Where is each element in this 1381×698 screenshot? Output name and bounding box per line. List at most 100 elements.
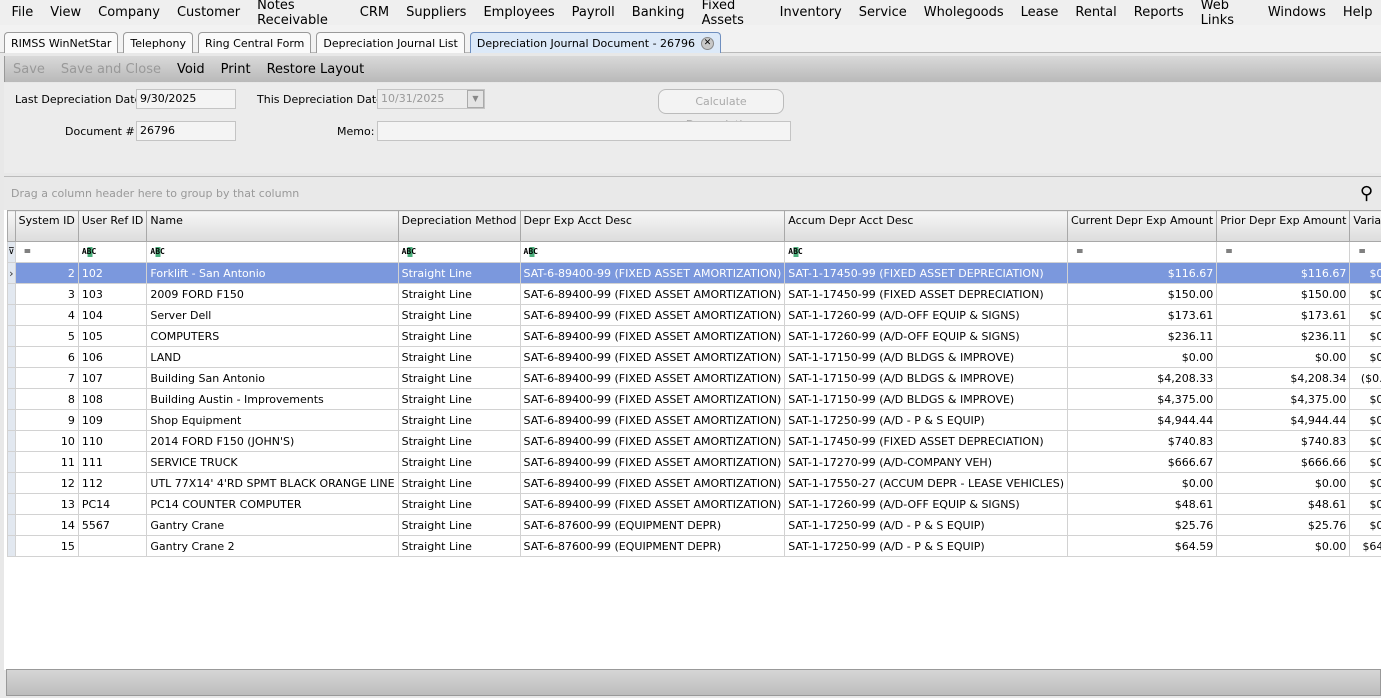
cell-depr-exp-acct-desc[interactable]: SAT-6-89400-99 (FIXED ASSET AMORTIZATION… — [519, 283, 786, 305]
column-header-depreciation-method[interactable]: Depreciation Method — [397, 210, 521, 242]
tab-telephony[interactable]: Telephony — [123, 32, 193, 53]
cell-name[interactable]: SERVICE TRUCK — [146, 451, 399, 473]
cell-prior-depr-exp-amount[interactable]: $48.61 — [1216, 493, 1351, 515]
menu-web-links[interactable]: Web Links — [1192, 0, 1259, 28]
group-by-panel[interactable]: Drag a column header here to group by th… — [4, 177, 1381, 210]
row-indicator[interactable] — [7, 493, 16, 515]
cell-user-ref-id[interactable]: 111 — [77, 451, 148, 473]
cell-current-depr-exp-amount[interactable]: $4,944.44 — [1066, 409, 1218, 431]
filter-cell[interactable]: = — [14, 241, 79, 263]
table-row[interactable]: 5 105 COMPUTERS Straight Line SAT-6-89400-99… — [7, 325, 1381, 347]
cell-depr-exp-acct-desc[interactable]: SAT-6-89400-99 (FIXED ASSET AMORTIZATION… — [519, 325, 786, 347]
save-and-close-button[interactable]: Save and Close — [53, 62, 169, 77]
cell-accum-depr-acct-desc[interactable]: SAT-1-17260-99 (A/D-OFF EQUIP & SIGNS) — [784, 304, 1068, 326]
cell-variance[interactable]: ($0.01) — [1349, 367, 1381, 389]
cell-current-depr-exp-amount[interactable]: $64.59 — [1066, 535, 1218, 557]
column-header-current-depr-exp-amount[interactable]: Current Depr Exp Amount — [1066, 210, 1218, 242]
cell-depr-exp-acct-desc[interactable]: SAT-6-87600-99 (EQUIPMENT DEPR) — [519, 514, 786, 536]
cell-variance[interactable]: $0.00 — [1349, 430, 1381, 452]
cell-current-depr-exp-amount[interactable]: $4,375.00 — [1066, 388, 1218, 410]
column-header-system-id[interactable]: System ID — [14, 210, 79, 242]
cell-name[interactable]: COMPUTERS — [146, 325, 399, 347]
column-header-depr-exp-acct-desc[interactable]: Depr Exp Acct Desc — [519, 210, 786, 242]
menu-notes-receivable[interactable]: Notes Receivable — [249, 0, 352, 28]
cell-name[interactable]: 2009 FORD F150 — [146, 283, 399, 305]
cell-prior-depr-exp-amount[interactable]: $666.66 — [1216, 451, 1351, 473]
cell-system-id[interactable]: 7 — [14, 367, 79, 389]
filter-cell[interactable]: ABC — [397, 241, 521, 263]
cell-system-id[interactable]: 5 — [14, 325, 79, 347]
row-indicator[interactable] — [7, 346, 16, 368]
cell-depr-exp-acct-desc[interactable]: SAT-6-89400-99 (FIXED ASSET AMORTIZATION… — [519, 451, 786, 473]
row-indicator[interactable] — [7, 367, 16, 389]
menu-payroll[interactable]: Payroll — [563, 5, 623, 20]
filter-cell[interactable]: ABC — [784, 241, 1068, 263]
cell-depreciation-method[interactable]: Straight Line — [397, 304, 521, 326]
menu-reports[interactable]: Reports — [1125, 5, 1192, 20]
cell-depr-exp-acct-desc[interactable]: SAT-6-87600-99 (EQUIPMENT DEPR) — [519, 535, 786, 557]
menu-lease[interactable]: Lease — [1012, 5, 1067, 20]
menu-fixed-assets[interactable]: Fixed Assets — [693, 0, 771, 28]
cell-system-id[interactable]: 11 — [14, 451, 79, 473]
row-indicator[interactable] — [7, 472, 16, 494]
cell-prior-depr-exp-amount[interactable]: $25.76 — [1216, 514, 1351, 536]
cell-depreciation-method[interactable]: Straight Line — [397, 493, 521, 515]
cell-user-ref-id[interactable]: 110 — [77, 430, 148, 452]
filter-cell[interactable]: = — [1066, 241, 1218, 263]
cell-name[interactable]: PC14 COUNTER COMPUTER — [146, 493, 399, 515]
cell-current-depr-exp-amount[interactable]: $236.11 — [1066, 325, 1218, 347]
cell-current-depr-exp-amount[interactable]: $48.61 — [1066, 493, 1218, 515]
cell-variance[interactable]: $0.01 — [1349, 451, 1381, 473]
cell-prior-depr-exp-amount[interactable]: $173.61 — [1216, 304, 1351, 326]
cell-current-depr-exp-amount[interactable]: $0.00 — [1066, 472, 1218, 494]
cell-accum-depr-acct-desc[interactable]: SAT-1-17450-99 (FIXED ASSET DEPRECIATION… — [784, 430, 1068, 452]
menu-banking[interactable]: Banking — [623, 5, 693, 20]
cell-current-depr-exp-amount[interactable]: $666.67 — [1066, 451, 1218, 473]
table-row[interactable]: 14 5567 Gantry Crane Straight Line SAT-6-876… — [7, 514, 1381, 536]
cell-prior-depr-exp-amount[interactable]: $4,375.00 — [1216, 388, 1351, 410]
cell-accum-depr-acct-desc[interactable]: SAT-1-17250-99 (A/D - P & S EQUIP) — [784, 535, 1068, 557]
cell-name[interactable]: LAND — [146, 346, 399, 368]
table-row[interactable]: 3 103 2009 FORD F150 Straight Line SAT-6-894… — [7, 283, 1381, 305]
cell-depr-exp-acct-desc[interactable]: SAT-6-89400-99 (FIXED ASSET AMORTIZATION… — [519, 472, 786, 494]
cell-user-ref-id[interactable]: PC14 — [77, 493, 148, 515]
cell-variance[interactable]: $0.00 — [1349, 346, 1381, 368]
cell-user-ref-id[interactable]: 104 — [77, 304, 148, 326]
cell-name[interactable]: Gantry Crane — [146, 514, 399, 536]
cell-depreciation-method[interactable]: Straight Line — [397, 346, 521, 368]
save-button[interactable]: Save — [5, 62, 53, 77]
row-indicator[interactable] — [7, 430, 16, 452]
cell-prior-depr-exp-amount[interactable]: $236.11 — [1216, 325, 1351, 347]
cell-depr-exp-acct-desc[interactable]: SAT-6-89400-99 (FIXED ASSET AMORTIZATION… — [519, 367, 786, 389]
cell-depreciation-method[interactable]: Straight Line — [397, 325, 521, 347]
cell-variance[interactable]: $0.00 — [1349, 262, 1381, 284]
table-row[interactable]: 6 106 LAND Straight Line SAT-6-89400-99 (FIX… — [7, 346, 1381, 368]
cell-system-id[interactable]: 3 — [14, 283, 79, 305]
cell-system-id[interactable]: 14 — [14, 514, 79, 536]
filter-cell[interactable]: ABC — [77, 241, 148, 263]
search-icon[interactable]: ⚲ — [1360, 183, 1373, 204]
row-indicator[interactable]: › — [7, 262, 16, 284]
cell-prior-depr-exp-amount[interactable]: $0.00 — [1216, 346, 1351, 368]
cell-depreciation-method[interactable]: Straight Line — [397, 472, 521, 494]
cell-depreciation-method[interactable]: Straight Line — [397, 451, 521, 473]
cell-depr-exp-acct-desc[interactable]: SAT-6-89400-99 (FIXED ASSET AMORTIZATION… — [519, 409, 786, 431]
menu-crm[interactable]: CRM — [351, 5, 397, 20]
cell-depreciation-method[interactable]: Straight Line — [397, 514, 521, 536]
cell-system-id[interactable]: 13 — [14, 493, 79, 515]
chevron-down-icon[interactable]: ▼ — [467, 90, 484, 108]
cell-name[interactable]: Server Dell — [146, 304, 399, 326]
cell-accum-depr-acct-desc[interactable]: SAT-1-17150-99 (A/D BLDGS & IMPROVE) — [784, 346, 1068, 368]
cell-name[interactable]: Shop Equipment — [146, 409, 399, 431]
cell-user-ref-id[interactable]: 105 — [77, 325, 148, 347]
cell-name[interactable]: Building San Antonio — [146, 367, 399, 389]
table-row[interactable]: 10 110 2014 FORD F150 (JOHN'S) Straight Lin… — [7, 430, 1381, 452]
menu-view[interactable]: View — [42, 5, 90, 20]
cell-system-id[interactable]: 2 — [14, 262, 79, 284]
cell-name[interactable]: 2014 FORD F150 (JOHN'S) — [146, 430, 399, 452]
cell-variance[interactable]: $0.00 — [1349, 388, 1381, 410]
cell-accum-depr-acct-desc[interactable]: SAT-1-17260-99 (A/D-OFF EQUIP & SIGNS) — [784, 325, 1068, 347]
cell-user-ref-id[interactable]: 5567 — [77, 514, 148, 536]
menu-file[interactable]: File — [3, 5, 42, 20]
cell-user-ref-id[interactable]: 109 — [77, 409, 148, 431]
